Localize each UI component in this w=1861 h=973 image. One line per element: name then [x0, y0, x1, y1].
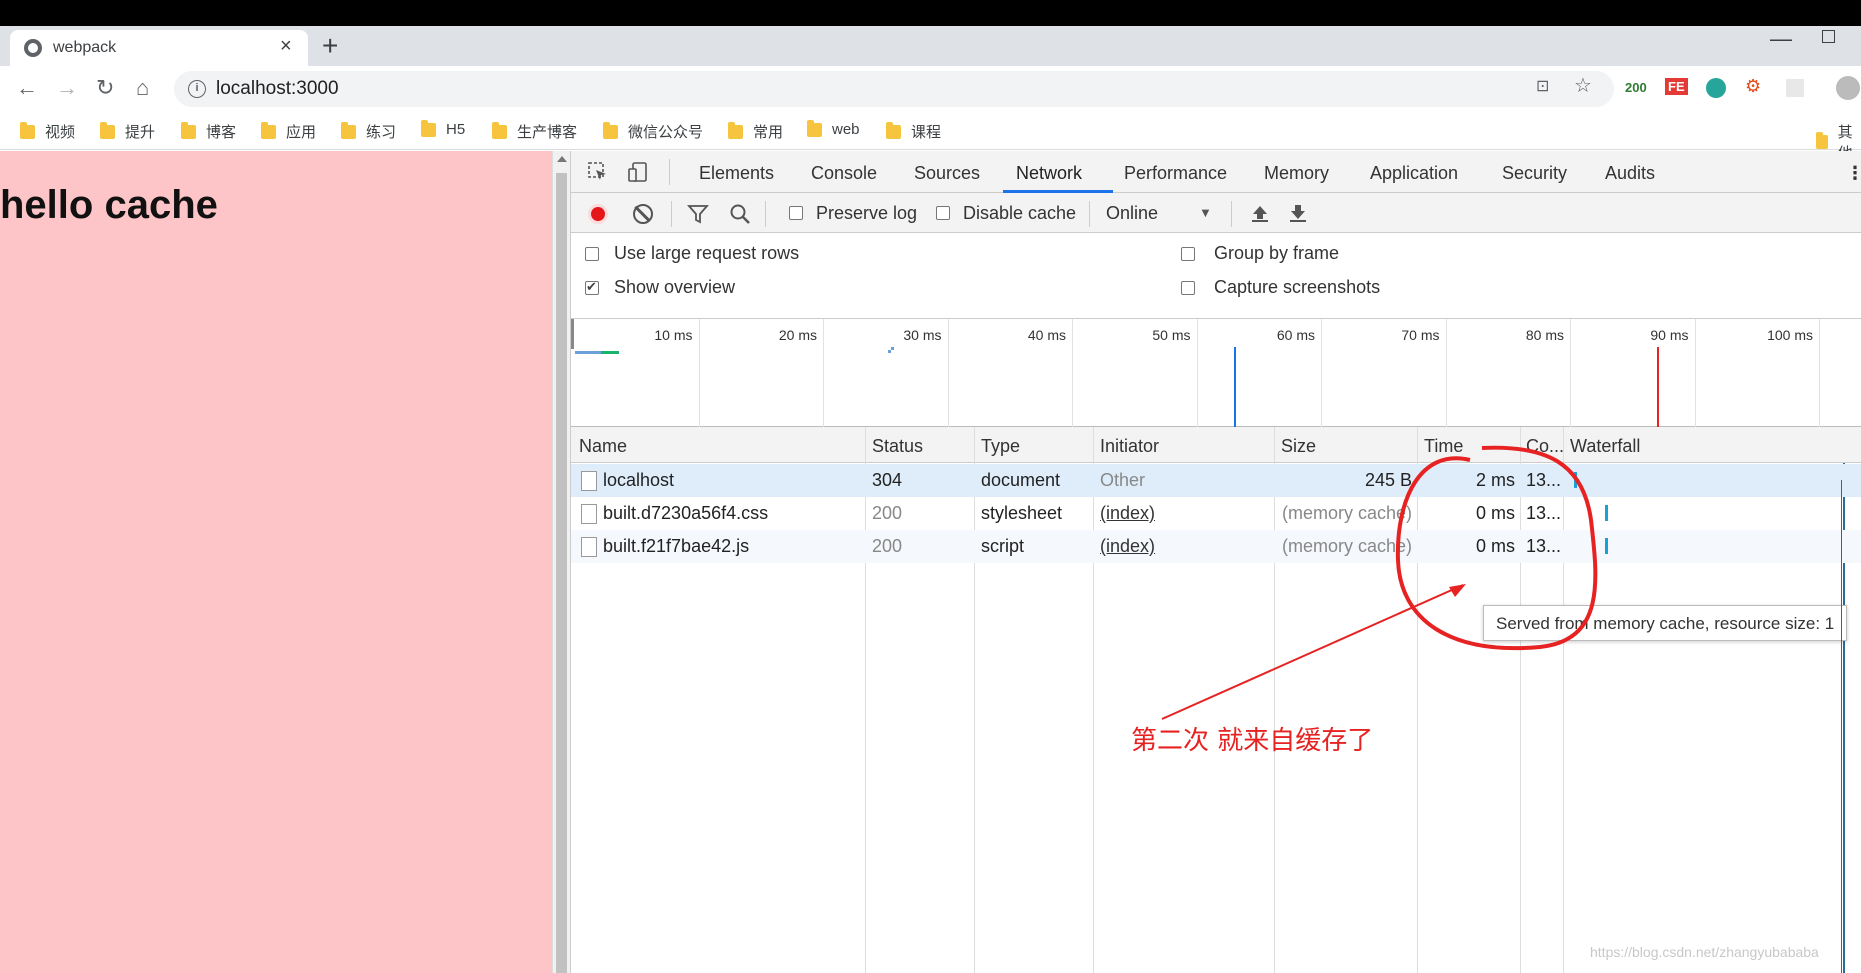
watermark: https://blog.csdn.net/zhangyubababa — [1590, 944, 1819, 960]
right-scroll-edge[interactable] — [1841, 480, 1861, 973]
annotation-arrow-head — [1449, 584, 1466, 597]
annotation-circle — [1395, 445, 1598, 651]
annotation-overlay — [1161, 445, 1598, 720]
annotation-text: 第二次 就来自缓存了 — [1131, 726, 1374, 756]
screen: webpack × + — ← → ↻ ⌂ i localhost:3000 ⊡… — [0, 0, 1861, 973]
annotation-arrow-line — [1161, 584, 1464, 720]
